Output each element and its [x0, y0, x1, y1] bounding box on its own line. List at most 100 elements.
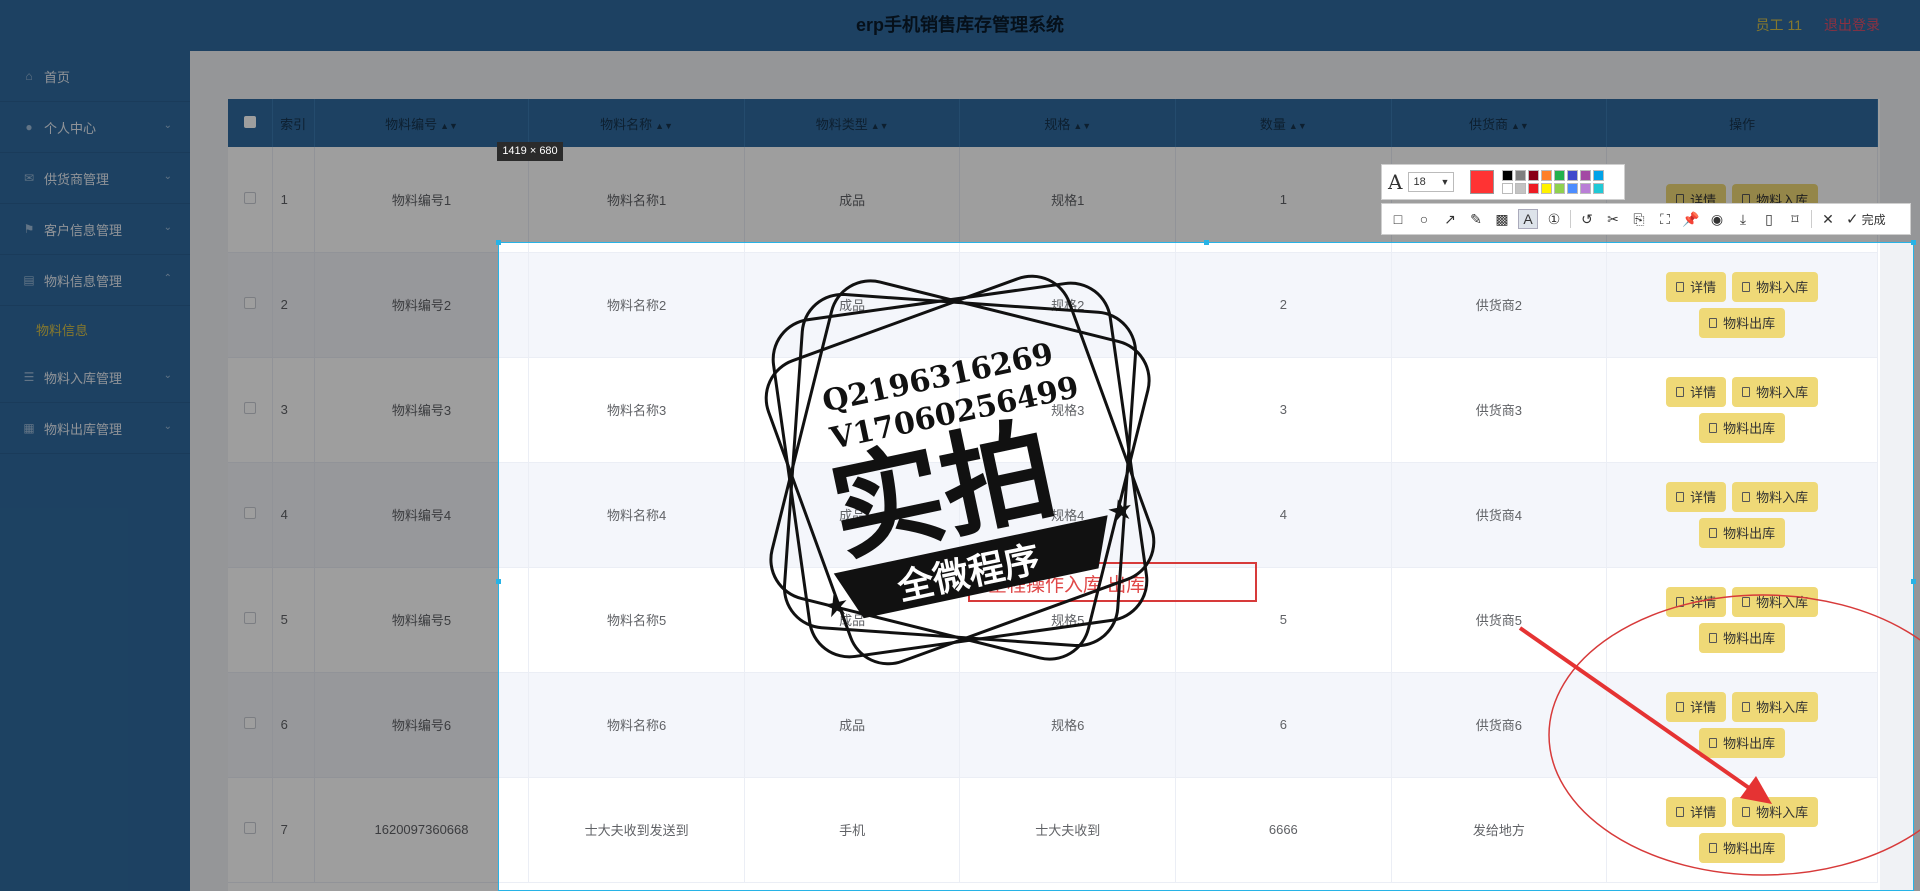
rectangle-tool-icon[interactable]: □ — [1388, 209, 1408, 229]
font-size-select[interactable]: 18 ▼ — [1408, 172, 1455, 192]
cell-name: 物料名称6 — [528, 672, 745, 778]
cell-actions: 详情 物料入库物料出库 — [1606, 777, 1878, 883]
number-tool-icon[interactable]: ① — [1544, 209, 1564, 229]
color-swatch[interactable] — [1567, 183, 1579, 194]
mosaic-tool-icon[interactable]: ▩ — [1492, 209, 1512, 229]
capture-size-badge: 1419 × 680 — [497, 142, 563, 161]
watermark-stamp: Q2196316269 V17060256499 实拍 全微程序 ★ ★ — [764, 274, 1156, 666]
color-swatch[interactable] — [1528, 183, 1540, 194]
cell-supplier: 供货商4 — [1391, 462, 1608, 568]
cell-actions: 详情 物料入库物料出库 — [1606, 672, 1878, 778]
toolbar-divider — [1811, 210, 1812, 228]
color-swatch[interactable] — [1502, 183, 1514, 194]
doc-icon — [1709, 632, 1718, 643]
stock-out-button[interactable]: 物料出库 — [1699, 832, 1786, 863]
cell-name: 士大夫收到发送到 — [528, 777, 745, 883]
doc-icon — [1676, 281, 1685, 292]
doc-icon — [1709, 737, 1718, 748]
cell-actions: 详情 物料入库物料出库 — [1606, 567, 1878, 673]
doc-icon — [1676, 596, 1685, 607]
color-swatch[interactable] — [1580, 183, 1592, 194]
download-icon[interactable]: ⤓ — [1733, 209, 1753, 229]
doc-icon — [1742, 491, 1751, 502]
svg-text:★: ★ — [1104, 491, 1138, 531]
stock-out-button[interactable]: 物料出库 — [1699, 307, 1786, 338]
detail-button[interactable]: 详情 — [1666, 271, 1727, 302]
color-swatch[interactable] — [1593, 170, 1605, 181]
doc-icon — [1709, 842, 1718, 853]
detail-button[interactable]: 详情 — [1666, 586, 1727, 617]
stock-in-button[interactable]: 物料入库 — [1732, 271, 1819, 302]
color-swatch[interactable] — [1515, 183, 1527, 194]
color-swatch[interactable] — [1541, 170, 1553, 181]
cell-supplier: 供货商5 — [1391, 567, 1608, 673]
ellipse-tool-icon[interactable]: ○ — [1414, 209, 1434, 229]
screenshot-toolbar: □ ○ ↗ ✎ ▩ A ① ↺ ✂ ⎘ ⛶ 📌 ◉ ⤓ ▯ ⌑ ✕ ✓ 完成 — [1381, 203, 1911, 235]
cell-actions: 详情 物料入库物料出库 — [1606, 462, 1878, 568]
doc-icon — [1742, 281, 1751, 292]
scissors-icon[interactable]: ✂ — [1603, 209, 1623, 229]
color-swatch[interactable] — [1567, 170, 1579, 181]
doc-icon — [1709, 422, 1718, 433]
current-color-swatch[interactable] — [1470, 170, 1495, 194]
bookmark-icon[interactable]: ⌑ — [1785, 209, 1805, 229]
close-icon[interactable]: ✕ — [1818, 209, 1838, 229]
doc-icon — [1676, 701, 1685, 712]
stock-out-button[interactable]: 物料出库 — [1699, 517, 1786, 548]
stock-out-button[interactable]: 物料出库 — [1699, 727, 1786, 758]
pen-tool-icon[interactable]: ✎ — [1466, 209, 1486, 229]
cell-qty: 6 — [1175, 672, 1392, 778]
cell-name: 物料名称5 — [528, 567, 745, 673]
cell-name: 物料名称2 — [528, 252, 745, 358]
done-button[interactable]: ✓ 完成 — [1846, 210, 1886, 228]
pin-icon[interactable]: 📌 — [1681, 209, 1701, 229]
color-swatch[interactable] — [1554, 183, 1566, 194]
cell-spec: 规格6 — [959, 672, 1177, 778]
check-icon: ✓ — [1846, 211, 1859, 228]
color-palette — [1502, 170, 1605, 194]
doc-icon — [1709, 527, 1718, 538]
stock-out-button[interactable]: 物料出库 — [1699, 412, 1786, 443]
stock-in-button[interactable]: 物料入库 — [1732, 481, 1819, 512]
doc-icon — [1742, 596, 1751, 607]
color-swatch[interactable] — [1593, 183, 1605, 194]
phone-icon[interactable]: ▯ — [1759, 209, 1779, 229]
detail-button[interactable]: 详情 — [1666, 481, 1727, 512]
detail-button[interactable]: 详情 — [1666, 796, 1727, 827]
cell-spec: 士大夫收到 — [959, 777, 1177, 883]
stock-in-button[interactable]: 物料入库 — [1732, 691, 1819, 722]
scan-icon[interactable]: ⛶ — [1655, 209, 1675, 229]
stock-in-button[interactable]: 物料入库 — [1732, 586, 1819, 617]
arrow-tool-icon[interactable]: ↗ — [1440, 209, 1460, 229]
doc-icon — [1742, 806, 1751, 817]
color-swatch[interactable] — [1515, 170, 1527, 181]
stock-in-button[interactable]: 物料入库 — [1732, 376, 1819, 407]
cell-name: 物料名称3 — [528, 357, 745, 463]
cell-supplier: 供货商2 — [1391, 252, 1608, 358]
color-swatch[interactable] — [1554, 170, 1566, 181]
doc-icon — [1709, 317, 1718, 328]
color-swatch[interactable] — [1502, 170, 1514, 181]
detail-button[interactable]: 详情 — [1666, 376, 1727, 407]
text-tool-icon[interactable]: A — [1518, 209, 1538, 229]
color-swatch[interactable] — [1580, 170, 1592, 181]
cell-type: 手机 — [744, 777, 961, 883]
color-swatch[interactable] — [1528, 170, 1540, 181]
cell-supplier: 供货商6 — [1391, 672, 1608, 778]
toolbar-divider — [1570, 210, 1571, 228]
stock-out-button[interactable]: 物料出库 — [1699, 622, 1786, 653]
doc-icon — [1676, 386, 1685, 397]
cell-qty: 6666 — [1175, 777, 1392, 883]
cell-actions: 详情 物料入库物料出库 — [1606, 357, 1878, 463]
record-icon[interactable]: ◉ — [1707, 209, 1727, 229]
doc-icon — [1676, 491, 1685, 502]
capture-dim-left — [0, 242, 498, 891]
capture-dim-right — [1914, 242, 1920, 891]
detail-button[interactable]: 详情 — [1666, 691, 1727, 722]
translate-icon[interactable]: ⎘ — [1629, 209, 1649, 229]
color-swatch[interactable] — [1541, 183, 1553, 194]
doc-icon — [1742, 386, 1751, 397]
stock-in-button[interactable]: 物料入库 — [1732, 796, 1819, 827]
cell-qty: 2 — [1175, 252, 1392, 358]
undo-icon[interactable]: ↺ — [1577, 209, 1597, 229]
